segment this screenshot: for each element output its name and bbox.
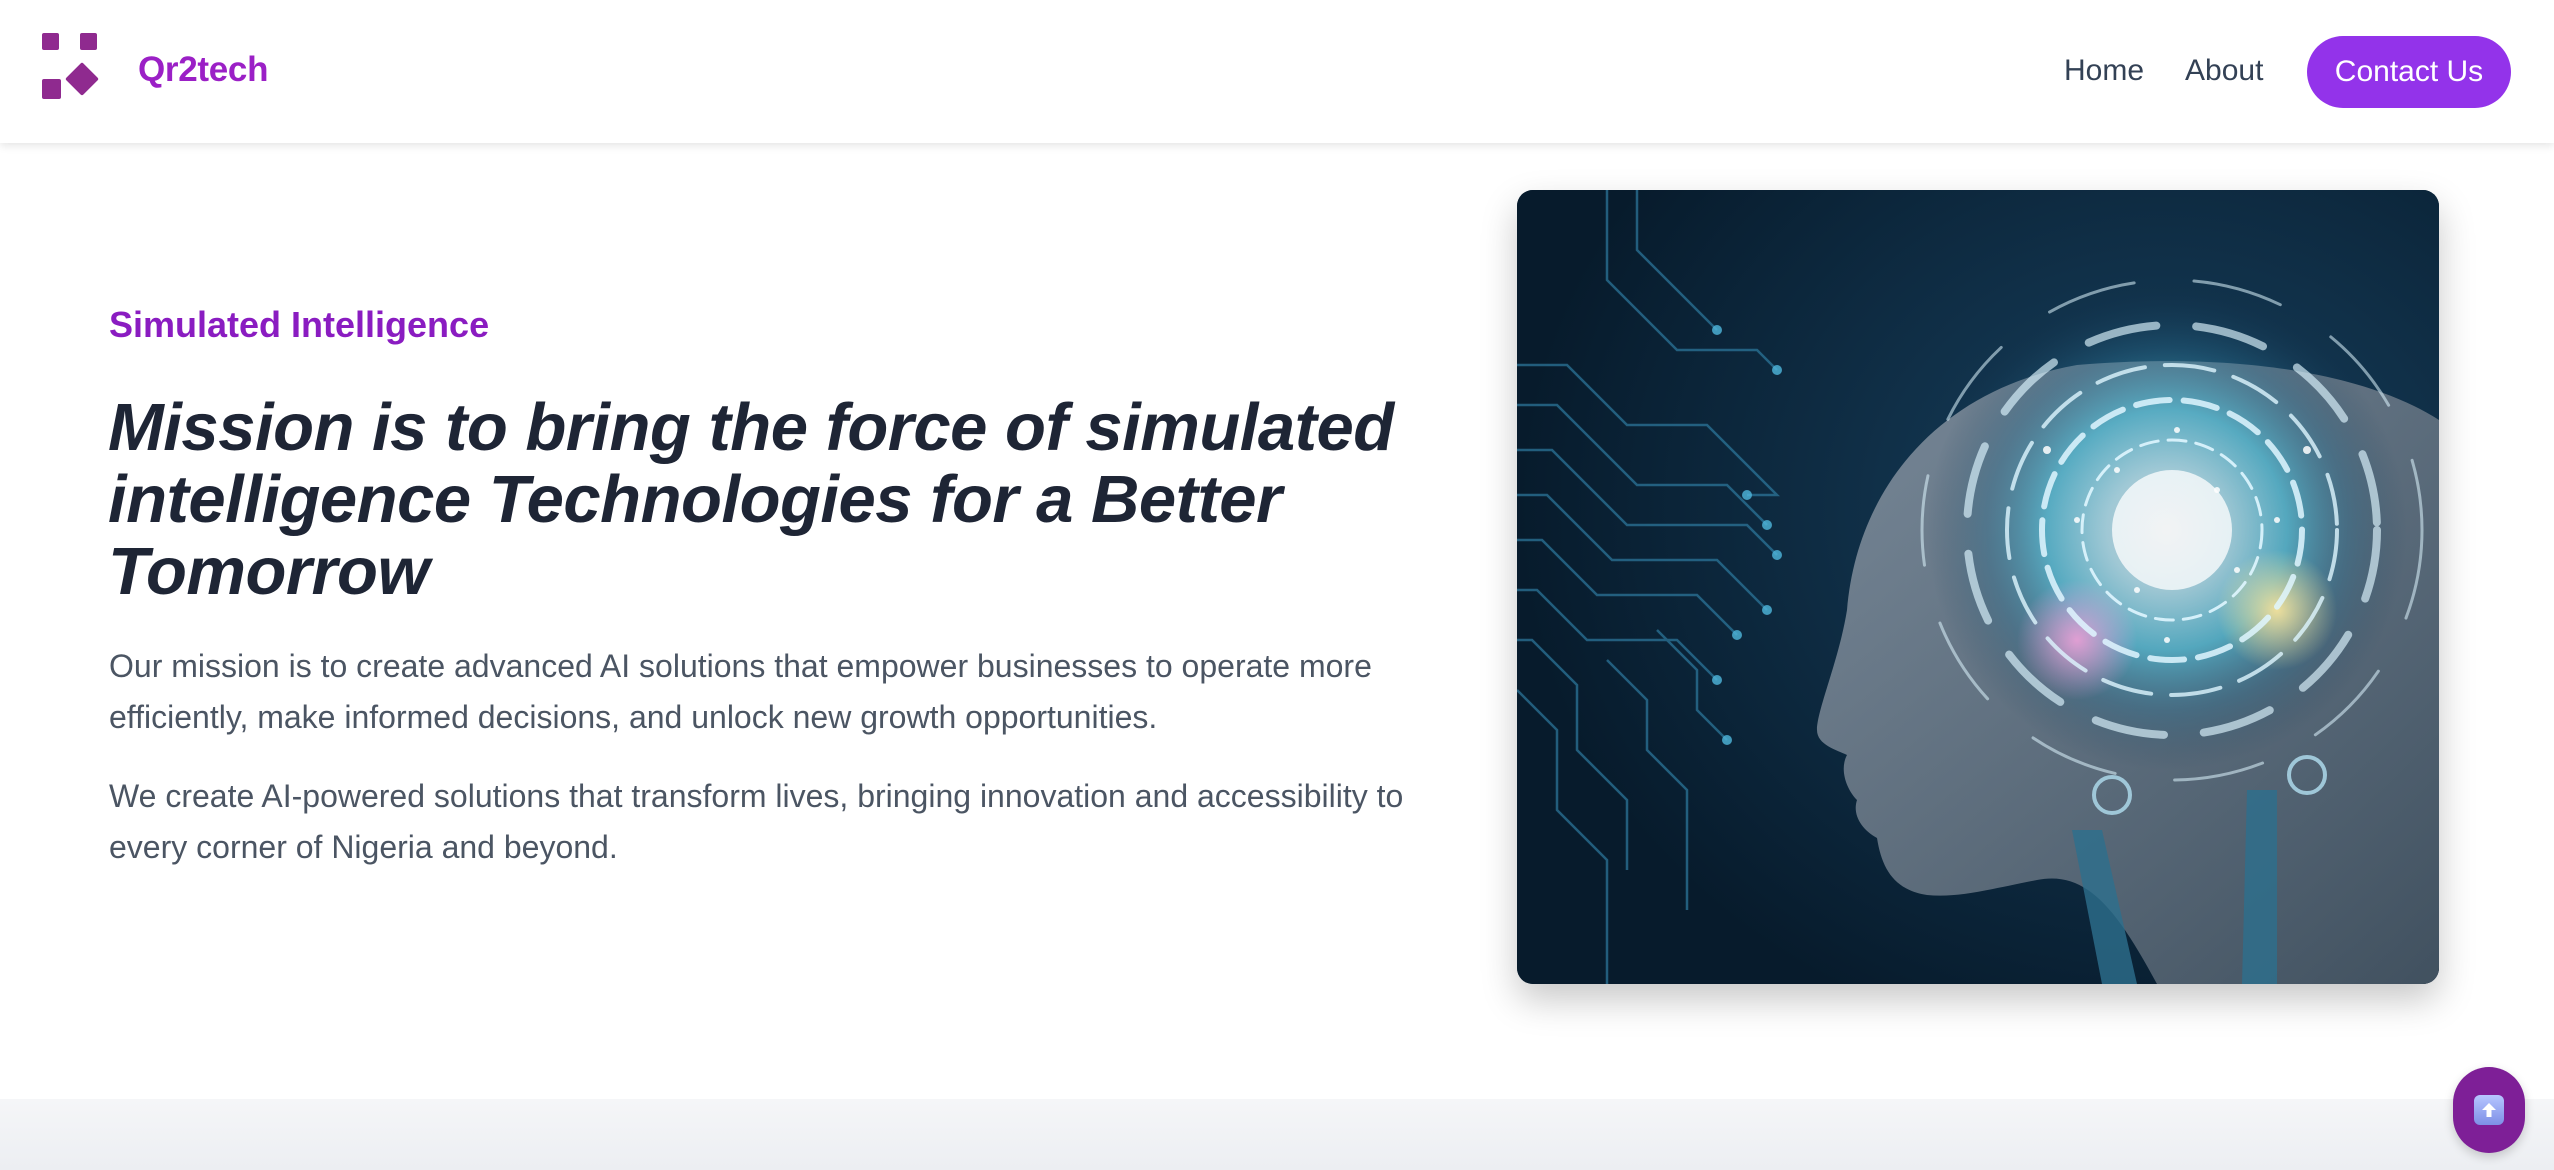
site-header: Qr2tech Home About Contact Us — [0, 0, 2554, 143]
brand-name[interactable]: Qr2tech — [138, 50, 268, 90]
logo-icon[interactable] — [42, 33, 104, 99]
scroll-to-top-button[interactable] — [2453, 1067, 2525, 1153]
hero-headline: Mission is to bring the force of simulat… — [108, 390, 1394, 609]
ai-head-illustration — [1517, 190, 2439, 984]
nav-home-link[interactable]: Home — [2064, 54, 2144, 88]
up-arrow-icon — [2474, 1095, 2504, 1125]
next-section-band — [0, 1099, 2554, 1170]
contact-us-button[interactable]: Contact Us — [2307, 36, 2511, 108]
nav-about-link[interactable]: About — [2185, 54, 2263, 88]
hero-paragraph-1: Our mission is to create advanced AI sol… — [109, 648, 1372, 735]
hero-paragraph-2: We create AI-powered solutions that tran… — [109, 778, 1404, 865]
hero-eyebrow: Simulated Intelligence — [109, 304, 490, 345]
